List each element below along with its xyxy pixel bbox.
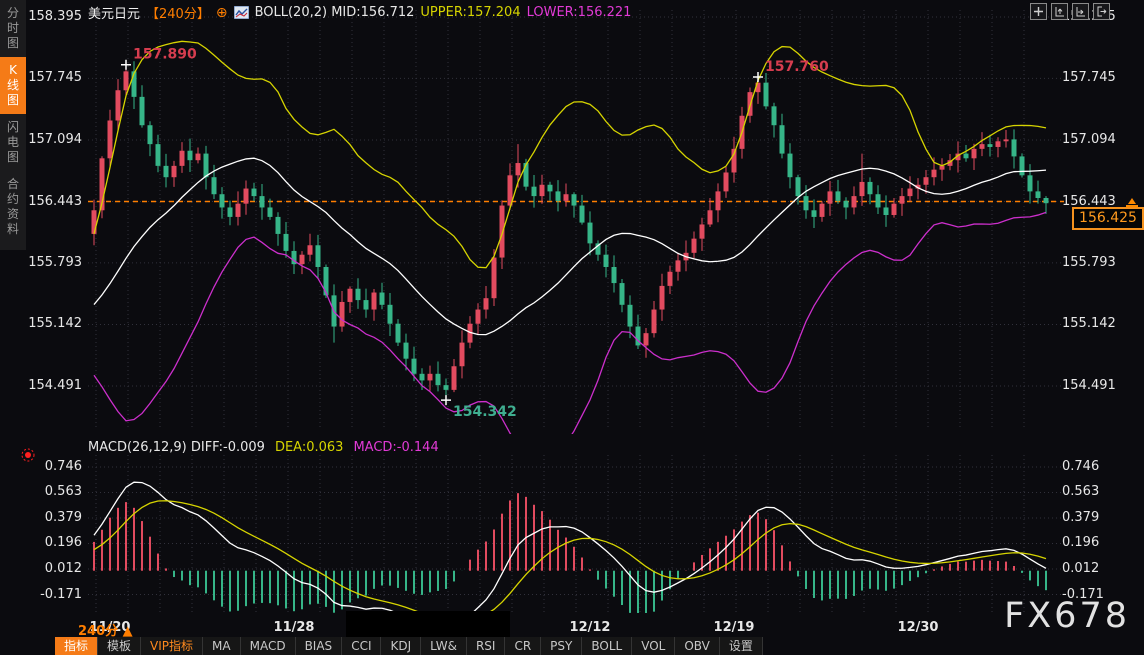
macd-axis-label-right: 0.563 bbox=[1062, 484, 1132, 499]
macd-axis-label-left: -0.171 bbox=[24, 587, 82, 602]
toolbar-item-7[interactable]: KDJ bbox=[381, 637, 421, 655]
toolbar-item-0[interactable]: 指标 bbox=[55, 637, 98, 655]
price-axis-label-left: 157.094 bbox=[24, 132, 82, 147]
toolbar-item-1[interactable]: 模板 bbox=[98, 637, 141, 655]
toolbar-item-6[interactable]: CCI bbox=[342, 637, 381, 655]
macd-value-readout: MACD:-0.144 bbox=[353, 440, 438, 455]
macd-axis-label-left: 0.379 bbox=[24, 510, 82, 525]
boll-upper-readout: UPPER:157.204 bbox=[420, 5, 520, 20]
date-label: 12/12 bbox=[562, 620, 618, 635]
toolbar-item-3[interactable]: MA bbox=[203, 637, 241, 655]
toolbar-item-10[interactable]: CR bbox=[505, 637, 541, 655]
toolbar-item-15[interactable]: 设置 bbox=[720, 637, 763, 655]
price-alert-marker-icon[interactable] bbox=[1124, 195, 1140, 214]
price-axis-label-right: 154.491 bbox=[1062, 378, 1132, 393]
scale-horizontal-axis-icon[interactable] bbox=[1072, 3, 1089, 20]
macd-axis-label-left: 0.746 bbox=[24, 459, 82, 474]
toolbar-item-9[interactable]: RSI bbox=[467, 637, 506, 655]
exit-panel-icon[interactable] bbox=[1093, 3, 1110, 20]
price-axis-label-left: 156.443 bbox=[24, 194, 82, 209]
indicator-toolbar: 指标模板VIP指标MAMACDBIASCCIKDJLW&RSICRPSYBOLL… bbox=[55, 637, 763, 655]
sidebar-tab-1[interactable]: K 线 图 bbox=[0, 57, 26, 114]
macd-axis-label-right: 0.746 bbox=[1062, 459, 1132, 474]
price-axis-label-left: 158.395 bbox=[24, 9, 82, 24]
chart-type-icon[interactable] bbox=[234, 6, 249, 19]
svg-text:154.342: 154.342 bbox=[453, 404, 517, 420]
macd-axis-label-left: 0.563 bbox=[24, 484, 82, 499]
macd-axis-label-left: 0.196 bbox=[24, 535, 82, 550]
price-axis-label-left: 155.142 bbox=[24, 316, 82, 331]
date-label: 12/19 bbox=[706, 620, 762, 635]
date-label: 11/28 bbox=[266, 620, 322, 635]
watermark: FX678 bbox=[1004, 596, 1130, 636]
sidebar-chart-modes: 分 时 图K 线 图闪 电 图合 约 资 料 bbox=[0, 0, 26, 250]
symbol-name: 美元日元 bbox=[88, 3, 140, 22]
toolbar-item-5[interactable]: BIAS bbox=[296, 637, 343, 655]
scale-vertical-axis-icon[interactable] bbox=[1051, 3, 1068, 20]
trading-app: 157.890 157.760 154.342 分 时 图K 线 图闪 电 图合 约… bbox=[0, 0, 1144, 655]
macd-axis-label-right: 0.379 bbox=[1062, 510, 1132, 525]
price-axis-label-left: 154.491 bbox=[24, 378, 82, 393]
redacted-area bbox=[346, 611, 510, 638]
chart-canvas[interactable]: 157.890 157.760 154.342 bbox=[0, 0, 1144, 655]
boll-lower-readout: LOWER:156.221 bbox=[527, 5, 632, 20]
price-axis-label-right: 155.793 bbox=[1062, 255, 1132, 270]
period-label: 【240分】 bbox=[146, 3, 210, 22]
macd-dea-readout: DEA:0.063 bbox=[275, 440, 344, 455]
price-axis-label-left: 157.745 bbox=[24, 70, 82, 85]
sidebar-tab-3[interactable]: 合 约 资 料 bbox=[0, 171, 26, 243]
macd-axis-label-left: 0.012 bbox=[24, 561, 82, 576]
toolbar-item-2[interactable]: VIP指标 bbox=[141, 637, 203, 655]
toolbar-item-8[interactable]: LW& bbox=[421, 637, 467, 655]
add-indicator-icon[interactable]: ⊕ bbox=[216, 5, 228, 21]
svg-text:157.760: 157.760 bbox=[765, 59, 829, 75]
toolbar-item-11[interactable]: PSY bbox=[541, 637, 582, 655]
toolbar-item-4[interactable]: MACD bbox=[241, 637, 296, 655]
toolbar-item-12[interactable]: BOLL bbox=[582, 637, 632, 655]
toolbar-item-14[interactable]: OBV bbox=[675, 637, 720, 655]
chart-toolbar-icons bbox=[1030, 3, 1110, 20]
macd-header: MACD(26,12,9) DIFF:-0.009 DEA:0.063 MACD… bbox=[88, 440, 439, 455]
macd-diff-readout: MACD(26,12,9) DIFF:-0.009 bbox=[88, 440, 265, 455]
crosshair-icon[interactable] bbox=[1030, 3, 1047, 20]
date-label: 12/30 bbox=[890, 620, 946, 635]
sidebar-tab-2[interactable]: 闪 电 图 bbox=[0, 114, 26, 171]
macd-axis-label-right: 0.012 bbox=[1062, 561, 1132, 576]
chart-header: 美元日元 【240分】 ⊕ BOLL(20,2) MID:156.712 UPP… bbox=[88, 3, 631, 22]
sidebar-tab-0[interactable]: 分 时 图 bbox=[0, 0, 26, 57]
price-axis-label-right: 157.094 bbox=[1062, 132, 1132, 147]
price-axis-label-right: 157.745 bbox=[1062, 70, 1132, 85]
boll-mid-readout: BOLL(20,2) MID:156.712 bbox=[255, 5, 415, 20]
svg-text:157.890: 157.890 bbox=[133, 47, 197, 63]
macd-axis-label-right: 0.196 bbox=[1062, 535, 1132, 550]
toolbar-item-13[interactable]: VOL bbox=[632, 637, 675, 655]
price-axis-label-right: 155.142 bbox=[1062, 316, 1132, 331]
price-axis-label-left: 155.793 bbox=[24, 255, 82, 270]
